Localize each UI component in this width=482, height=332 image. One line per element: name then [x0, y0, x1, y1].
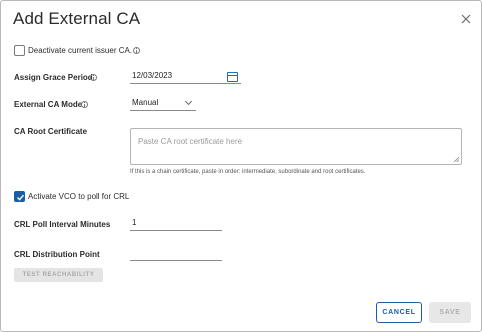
dialog-title: Add External CA [13, 9, 141, 28]
deactivate-issuer-label: Deactivate current issuer CA. [28, 46, 133, 55]
info-icon[interactable] [133, 47, 140, 54]
ca-mode-value: Manual [132, 98, 159, 107]
activate-vco-poll-checkbox[interactable] [14, 191, 25, 202]
check-icon [17, 194, 25, 201]
test-reachability-button[interactable]: TEST REACHABILITY [14, 268, 103, 282]
grace-period-value: 12/03/2023 [132, 71, 173, 80]
info-icon[interactable] [81, 101, 88, 108]
crl-distribution-input[interactable] [130, 246, 222, 261]
info-icon[interactable] [90, 74, 97, 81]
root-cert-textarea[interactable]: Paste CA root certificate here [130, 128, 462, 165]
calendar-icon[interactable] [227, 72, 238, 82]
activate-vco-poll-label: Activate VCO to poll for CRL [28, 192, 130, 201]
ca-mode-label: External CA Mode [14, 100, 83, 109]
cancel-button[interactable]: CANCEL [376, 302, 422, 323]
crl-distribution-label: CRL Distribution Point [14, 250, 100, 259]
add-external-ca-dialog: Add External CA Deactivate current issue… [0, 0, 482, 332]
root-cert-placeholder: Paste CA root certificate here [138, 137, 243, 146]
deactivate-issuer-checkbox[interactable] [14, 45, 25, 56]
grace-period-date-input[interactable]: 12/03/2023 [130, 69, 241, 84]
crl-interval-value: 1 [132, 218, 137, 227]
crl-interval-input[interactable]: 1 [130, 216, 222, 231]
close-icon[interactable] [459, 12, 473, 26]
crl-interval-label: CRL Poll Interval Minutes [14, 220, 111, 229]
root-cert-help-text: If this is a chain certificate, paste in… [130, 169, 366, 175]
save-button[interactable]: SAVE [429, 302, 471, 323]
grace-period-label: Assign Grace Period [14, 73, 93, 82]
root-cert-label: CA Root Certificate [14, 127, 88, 136]
resize-handle-icon[interactable] [453, 156, 459, 162]
